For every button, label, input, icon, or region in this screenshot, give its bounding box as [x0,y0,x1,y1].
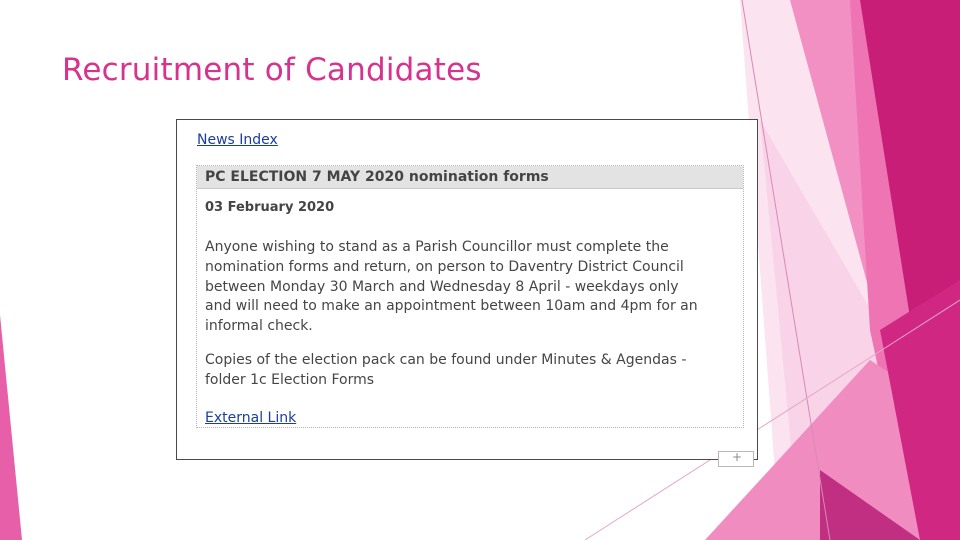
article-date: 03 February 2020 [205,200,335,215]
external-link[interactable]: External Link [205,410,296,426]
article-paragraph-2: Copies of the election pack can be found… [205,351,733,391]
corner-widget[interactable]: + [718,450,754,467]
article-paragraph-1-line: informal check. [205,318,313,335]
article-paragraph-1-line: Anyone wishing to stand as a Parish Coun… [205,239,669,255]
news-article-panel: PC ELECTION 7 MAY 2020 nomination forms … [196,165,744,428]
left-edge-shape [0,315,22,540]
article-paragraph-2-line: folder 1c Election Forms [205,371,375,388]
article-paragraph-1-line: and will need to make an appointment bet… [205,298,698,315]
plus-icon: + [732,450,743,464]
news-index-link[interactable]: News Index [197,132,278,148]
article-paragraph-1: Anyone wishing to stand as a Parish Coun… [205,238,733,337]
article-heading: PC ELECTION 7 MAY 2020 nomination forms [205,169,549,185]
news-screenshot: News Index PC ELECTION 7 MAY 2020 nomina… [176,119,758,460]
slide-title: Recruitment of Candidates [62,52,482,88]
article-paragraph-1-line: between Monday 30 March and Wednesday 8 … [205,278,679,295]
article-paragraph-2-line: Copies of the election pack can be found… [205,352,687,368]
article-header: PC ELECTION 7 MAY 2020 nomination forms [197,166,743,189]
article-paragraph-1-line: nomination forms and return, on person t… [205,258,684,275]
